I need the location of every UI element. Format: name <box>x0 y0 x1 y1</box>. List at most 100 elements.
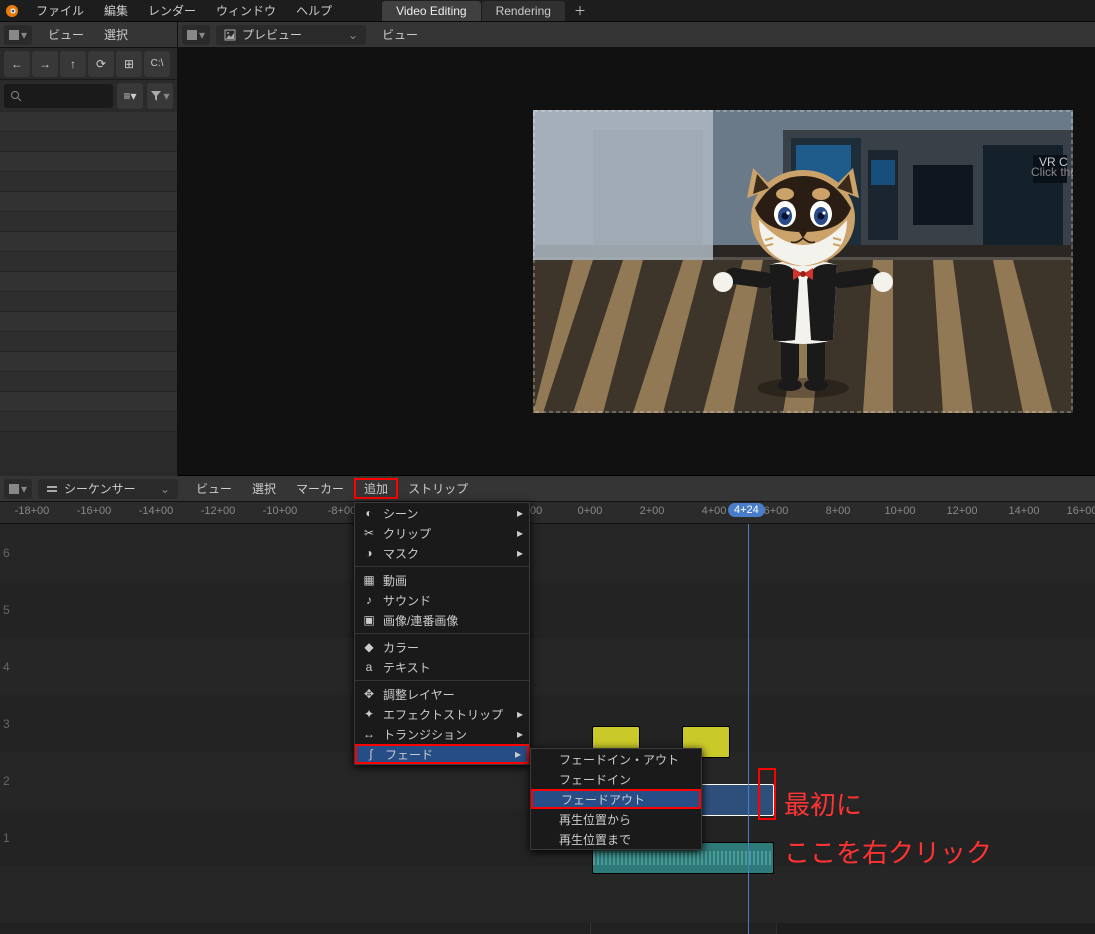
text-icon: a <box>361 660 377 674</box>
track-label: 6 <box>3 546 10 560</box>
sequencer-mode-label: シーケンサー <box>64 480 136 497</box>
ruler-tick: 16+00 <box>1067 505 1095 517</box>
sequencer-icon <box>46 483 58 495</box>
mask-icon: ◑ <box>361 546 377 560</box>
menu-edit[interactable]: 編集 <box>94 0 138 21</box>
fade-submenu: フェードイン・アウト フェードイン フェードアウト 再生位置から 再生位置まで <box>530 748 702 850</box>
timeline-tracks[interactable]: 6 5 4 3 2 1 13.006: 0 <box>0 524 1095 934</box>
scene-icon: ◐ <box>361 506 377 520</box>
track-label: 3 <box>3 717 10 731</box>
preview-area[interactable]: VR C Click the screen to p <box>178 48 1095 476</box>
ruler-tick: 12+00 <box>947 505 978 517</box>
ruler-tick: 2+00 <box>640 505 665 517</box>
slate-icon <box>187 30 197 40</box>
add-fade[interactable]: ∫フェード▸ <box>355 744 529 764</box>
color-icon: ◆ <box>361 640 377 654</box>
track-label: 2 <box>3 774 10 788</box>
track-label: 5 <box>3 603 10 617</box>
annotation-box <box>758 768 776 820</box>
blender-logo-icon <box>4 3 20 19</box>
add-workspace-icon[interactable]: ＋ <box>566 0 594 22</box>
ruler-tick: 8+00 <box>826 505 851 517</box>
nav-refresh-icon[interactable]: ⟳ <box>88 51 114 77</box>
slate-icon <box>9 30 19 40</box>
transition-icon: ↔ <box>361 727 377 741</box>
menu-window[interactable]: ウィンドウ <box>206 0 286 21</box>
editor-type-sequencer[interactable]: ▾ <box>4 479 32 499</box>
nav-forward-icon[interactable]: → <box>32 51 58 77</box>
sequencer-mode-select[interactable]: シーケンサー ⌄ <box>38 479 178 499</box>
time-ruler[interactable]: -18+00 -16+00 -14+00 -12+00 -10+00 -8+00… <box>0 502 1095 524</box>
add-scene[interactable]: ◐シーン▸ <box>355 503 529 523</box>
workspace-tab-video-editing[interactable]: Video Editing <box>382 1 481 21</box>
add-image[interactable]: ▣画像/連番画像 <box>355 610 529 630</box>
add-text[interactable]: aテキスト <box>355 657 529 677</box>
fade-in[interactable]: フェードイン <box>531 769 701 789</box>
track-label: 4 <box>3 660 10 674</box>
nav-path-label[interactable]: C:\ <box>144 51 170 77</box>
image-icon <box>224 29 236 41</box>
preview-image: VR C Click the screen to p <box>533 110 1073 413</box>
image-icon: ▣ <box>361 613 377 627</box>
ruler-tick: 4+00 <box>702 505 727 517</box>
fade-from-play[interactable]: 再生位置から <box>531 809 701 829</box>
add-effect[interactable]: ✦エフェクトストリップ▸ <box>355 704 529 724</box>
ruler-tick: 14+00 <box>1009 505 1040 517</box>
nav-back-icon[interactable]: ← <box>4 51 30 77</box>
workspace-tab-rendering[interactable]: Rendering <box>482 1 565 21</box>
fade-to-play[interactable]: 再生位置まで <box>531 829 701 849</box>
display-settings-icon[interactable]: ≡▾ <box>117 83 143 109</box>
nav-newdir-icon[interactable]: ⊞ <box>116 51 142 77</box>
ruler-tick: 0+00 <box>578 505 603 517</box>
seq-menu-view[interactable]: ビュー <box>186 478 242 499</box>
seq-menu-select[interactable]: 選択 <box>242 478 286 499</box>
ruler-tick: -12+00 <box>201 505 236 517</box>
preview-mode-label: プレビュー <box>242 26 302 43</box>
fade-icon: ∫ <box>363 747 379 761</box>
search-icon <box>10 90 22 102</box>
add-transition: ↔トランジション▸ <box>355 724 529 744</box>
add-mask[interactable]: ◑マスク▸ <box>355 543 529 563</box>
filebrowser-search[interactable] <box>4 84 113 108</box>
editor-type-filebrowser[interactable]: ▾ <box>4 25 32 45</box>
slate-icon <box>9 484 19 494</box>
effect-icon: ✦ <box>361 707 377 721</box>
ruler-tick: -14+00 <box>139 505 174 517</box>
file-browser-panel: ← → ↑ ⟳ ⊞ C:\ ≡▾ ▾ <box>0 48 178 476</box>
fb-menu-view[interactable]: ビュー <box>38 24 94 45</box>
svg-text:Click the screen to p: Click the screen to p <box>1031 165 1073 179</box>
nav-up-icon[interactable]: ↑ <box>60 51 86 77</box>
preview-mode-select[interactable]: プレビュー ⌄ <box>216 25 366 45</box>
menu-render[interactable]: レンダー <box>138 0 206 21</box>
playhead-frame-badge[interactable]: 4+24 <box>728 503 765 517</box>
ruler-tick: 6+00 <box>764 505 789 517</box>
ruler-tick: -18+00 <box>15 505 50 517</box>
add-sound[interactable]: ♪サウンド <box>355 590 529 610</box>
add-clip[interactable]: ✂クリップ▸ <box>355 523 529 543</box>
playhead-line[interactable] <box>748 524 749 934</box>
seq-menu-add[interactable]: 追加 <box>354 478 398 499</box>
ruler-tick: -16+00 <box>77 505 112 517</box>
annotation-text-1: 最初に <box>784 790 862 821</box>
menu-help[interactable]: ヘルプ <box>286 0 342 21</box>
preview-menu-view[interactable]: ビュー <box>372 24 428 45</box>
filter-icon[interactable]: ▾ <box>147 83 173 109</box>
add-color[interactable]: ◆カラー <box>355 637 529 657</box>
ruler-tick: 10+00 <box>885 505 916 517</box>
editor-type-preview[interactable]: ▾ <box>182 25 210 45</box>
add-menu-dropdown: ◐シーン▸ ✂クリップ▸ ◑マスク▸ ▦動画 ♪サウンド ▣画像/連番画像 ◆カ… <box>354 502 530 765</box>
sound-icon: ♪ <box>361 593 377 607</box>
movie-icon: ▦ <box>361 573 377 587</box>
seq-menu-marker[interactable]: マーカー <box>286 478 354 499</box>
filebrowser-list[interactable] <box>0 112 177 432</box>
clip-icon: ✂ <box>361 526 377 540</box>
adjust-icon: ✥ <box>361 687 377 701</box>
ruler-tick: -10+00 <box>263 505 298 517</box>
fade-in-out[interactable]: フェードイン・アウト <box>531 749 701 769</box>
menu-file[interactable]: ファイル <box>26 0 94 21</box>
fb-menu-select[interactable]: 選択 <box>94 24 138 45</box>
add-movie[interactable]: ▦動画 <box>355 570 529 590</box>
add-adjust[interactable]: ✥調整レイヤー <box>355 684 529 704</box>
fade-out[interactable]: フェードアウト <box>531 789 701 809</box>
seq-menu-strip[interactable]: ストリップ <box>398 478 478 499</box>
